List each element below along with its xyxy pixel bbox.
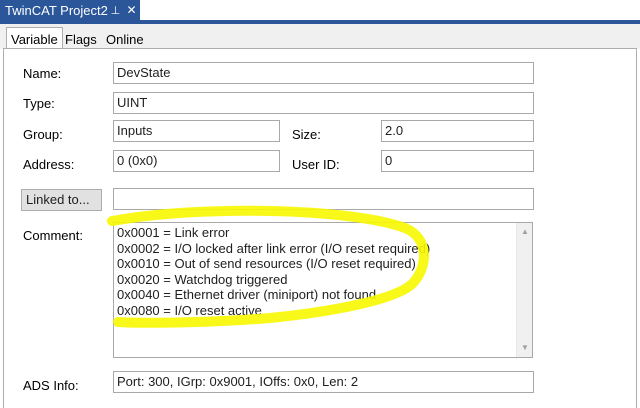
comment-scrollbar[interactable]: ▲ ▼ bbox=[516, 223, 532, 357]
comment-label: Comment: bbox=[23, 228, 83, 243]
size-field[interactable]: 2.0 bbox=[381, 120, 534, 142]
name-label: Name: bbox=[23, 66, 62, 81]
comment-line: 0x0001 = Link error bbox=[117, 225, 230, 240]
linked-to-field[interactable] bbox=[113, 188, 534, 210]
address-field[interactable]: 0 (0x0) bbox=[113, 150, 280, 172]
name-field[interactable]: DevState bbox=[113, 62, 534, 84]
document-tab-title: TwinCAT Project2 bbox=[5, 2, 108, 18]
type-label: Type: bbox=[23, 96, 55, 111]
comment-line: 0x0080 = I/O reset active bbox=[117, 302, 262, 318]
comment-line: 0x0040 = Ethernet driver (miniport) not … bbox=[117, 287, 377, 303]
pin-icon[interactable]: ⊥ bbox=[108, 4, 123, 17]
comment-line: 0x0020 = Watchdog triggered bbox=[117, 271, 288, 287]
tab-flags[interactable]: Flags bbox=[61, 29, 101, 49]
scroll-down-arrow-icon[interactable]: ▼ bbox=[517, 341, 533, 355]
type-field[interactable]: UINT bbox=[113, 92, 534, 114]
scroll-up-arrow-icon[interactable]: ▲ bbox=[517, 225, 533, 239]
document-tab[interactable]: TwinCAT Project2 ⊥ ✕ bbox=[0, 0, 140, 20]
address-label: Address: bbox=[23, 157, 75, 172]
tab-variable[interactable]: Variable bbox=[6, 27, 63, 50]
size-label: Size: bbox=[292, 127, 321, 142]
user-id-label: User ID: bbox=[292, 157, 340, 172]
user-id-field[interactable]: 0 bbox=[381, 150, 534, 172]
ads-info-label: ADS Info: bbox=[23, 378, 79, 393]
comment-line: 0x0010 = Out of send resources (I/O rese… bbox=[117, 256, 416, 272]
group-label: Group: bbox=[23, 127, 63, 142]
close-icon[interactable]: ✕ bbox=[123, 3, 140, 17]
comment-textarea[interactable]: 0x0001 = Link error 0x0002 = I/O locked … bbox=[113, 222, 533, 358]
property-tabbar: Variable Flags Online bbox=[0, 24, 640, 50]
linked-to-button[interactable]: Linked to... bbox=[21, 189, 102, 211]
tab-online[interactable]: Online bbox=[102, 29, 148, 49]
ads-info-field[interactable]: Port: 300, IGrp: 0x9001, IOffs: 0x0, Len… bbox=[113, 371, 534, 393]
comment-line: 0x0002 = I/O locked after link error (I/… bbox=[117, 240, 431, 256]
group-field[interactable]: Inputs bbox=[113, 120, 280, 142]
